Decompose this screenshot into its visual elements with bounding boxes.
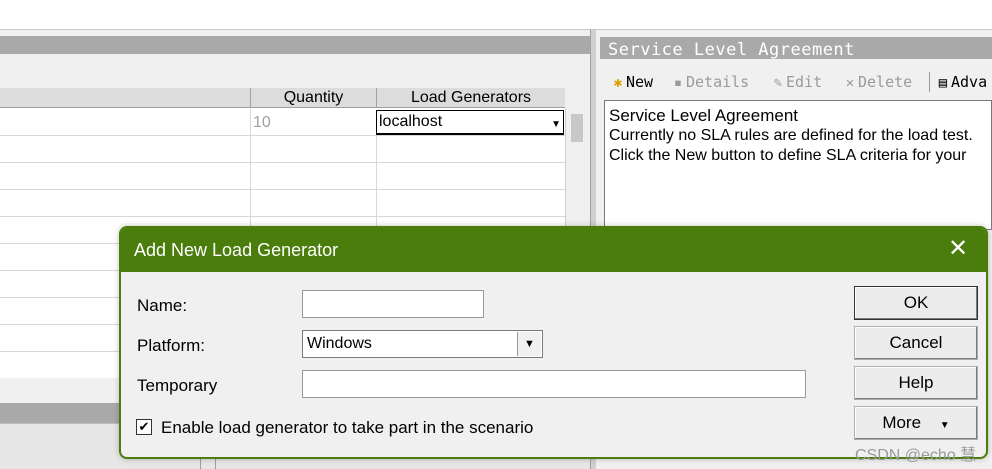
ok-button[interactable]: OK bbox=[854, 286, 978, 320]
close-icon[interactable]: ✕ bbox=[946, 237, 970, 261]
name-label: Name: bbox=[137, 296, 188, 315]
sla-advanced-button[interactable]: ▤ Adva bbox=[935, 71, 987, 93]
sla-details-button[interactable]: ▪ Details bbox=[670, 71, 749, 93]
more-button[interactable]: More ▼ bbox=[854, 406, 978, 440]
more-button-label: More bbox=[882, 413, 922, 432]
column-header-load-generators[interactable]: Load Generators bbox=[376, 88, 565, 108]
watermark: CSDN @echo 慧 bbox=[855, 447, 977, 464]
temporary-input[interactable] bbox=[302, 370, 806, 398]
sla-description-line: Click the New button to define SLA crite… bbox=[609, 147, 967, 164]
table-row[interactable] bbox=[0, 190, 565, 217]
sla-panel-title: Service Level Agreement bbox=[600, 37, 992, 59]
sla-description-line: Currently no SLA rules are defined for t… bbox=[609, 127, 973, 144]
sla-details-label: Details bbox=[686, 73, 750, 91]
chevron-down-icon[interactable]: ▼ bbox=[517, 332, 541, 356]
platform-value: Windows bbox=[307, 335, 372, 352]
table-row[interactable] bbox=[0, 136, 565, 163]
details-icon: ▪ bbox=[673, 75, 683, 91]
toolbar-separator bbox=[929, 72, 930, 92]
platform-label: Platform: bbox=[137, 336, 206, 355]
name-input[interactable] bbox=[302, 290, 484, 318]
enable-label: Enable load generator to take part in th… bbox=[161, 418, 534, 437]
sla-edit-label: Edit bbox=[786, 73, 823, 91]
sla-advanced-label: Adva bbox=[951, 73, 988, 91]
sla-toolbar: ✱ New ▪ Details ✎ Edit ✕ Delete ▤ Adva bbox=[604, 66, 992, 96]
help-button[interactable]: Help bbox=[854, 366, 978, 400]
sla-edit-button[interactable]: ✎ Edit bbox=[770, 71, 822, 93]
table-row[interactable] bbox=[0, 163, 565, 190]
dialog-title: Add New Load Generator bbox=[121, 228, 986, 272]
chevron-down-icon[interactable]: ▼ bbox=[551, 114, 561, 136]
platform-select[interactable]: Windows ▼ bbox=[302, 330, 543, 358]
column-header-quantity[interactable]: Quantity bbox=[250, 88, 376, 108]
load-generator-select[interactable]: localhost ▼ bbox=[376, 110, 564, 135]
new-icon: ✱ bbox=[613, 75, 623, 91]
grid-header: Quantity Load Generators bbox=[0, 88, 565, 108]
scenario-panel-header bbox=[0, 36, 590, 54]
delete-icon: ✕ bbox=[845, 75, 855, 91]
advanced-icon: ▤ bbox=[938, 75, 948, 91]
sla-description-heading: Service Level Agreement bbox=[609, 106, 798, 125]
load-generator-value: localhost bbox=[379, 113, 443, 130]
scrollbar-thumb[interactable] bbox=[571, 114, 583, 142]
sla-delete-button[interactable]: ✕ Delete bbox=[842, 71, 912, 93]
quantity-cell[interactable]: 10 bbox=[250, 109, 376, 136]
enable-checkbox[interactable]: ✔ bbox=[136, 419, 152, 435]
chevron-down-icon: ▼ bbox=[939, 420, 950, 431]
pencil-icon: ✎ bbox=[773, 75, 783, 91]
sla-description: Service Level Agreement Currently no SLA… bbox=[604, 100, 992, 230]
sla-new-label: New bbox=[626, 73, 654, 91]
temporary-label: Temporary bbox=[137, 376, 218, 395]
top-bar bbox=[0, 0, 992, 30]
cancel-button[interactable]: Cancel bbox=[854, 326, 978, 360]
add-load-generator-dialog: Add New Load Generator ✕ Name: Platform:… bbox=[119, 226, 988, 459]
sla-delete-label: Delete bbox=[858, 73, 913, 91]
sla-new-button[interactable]: ✱ New bbox=[610, 71, 653, 93]
